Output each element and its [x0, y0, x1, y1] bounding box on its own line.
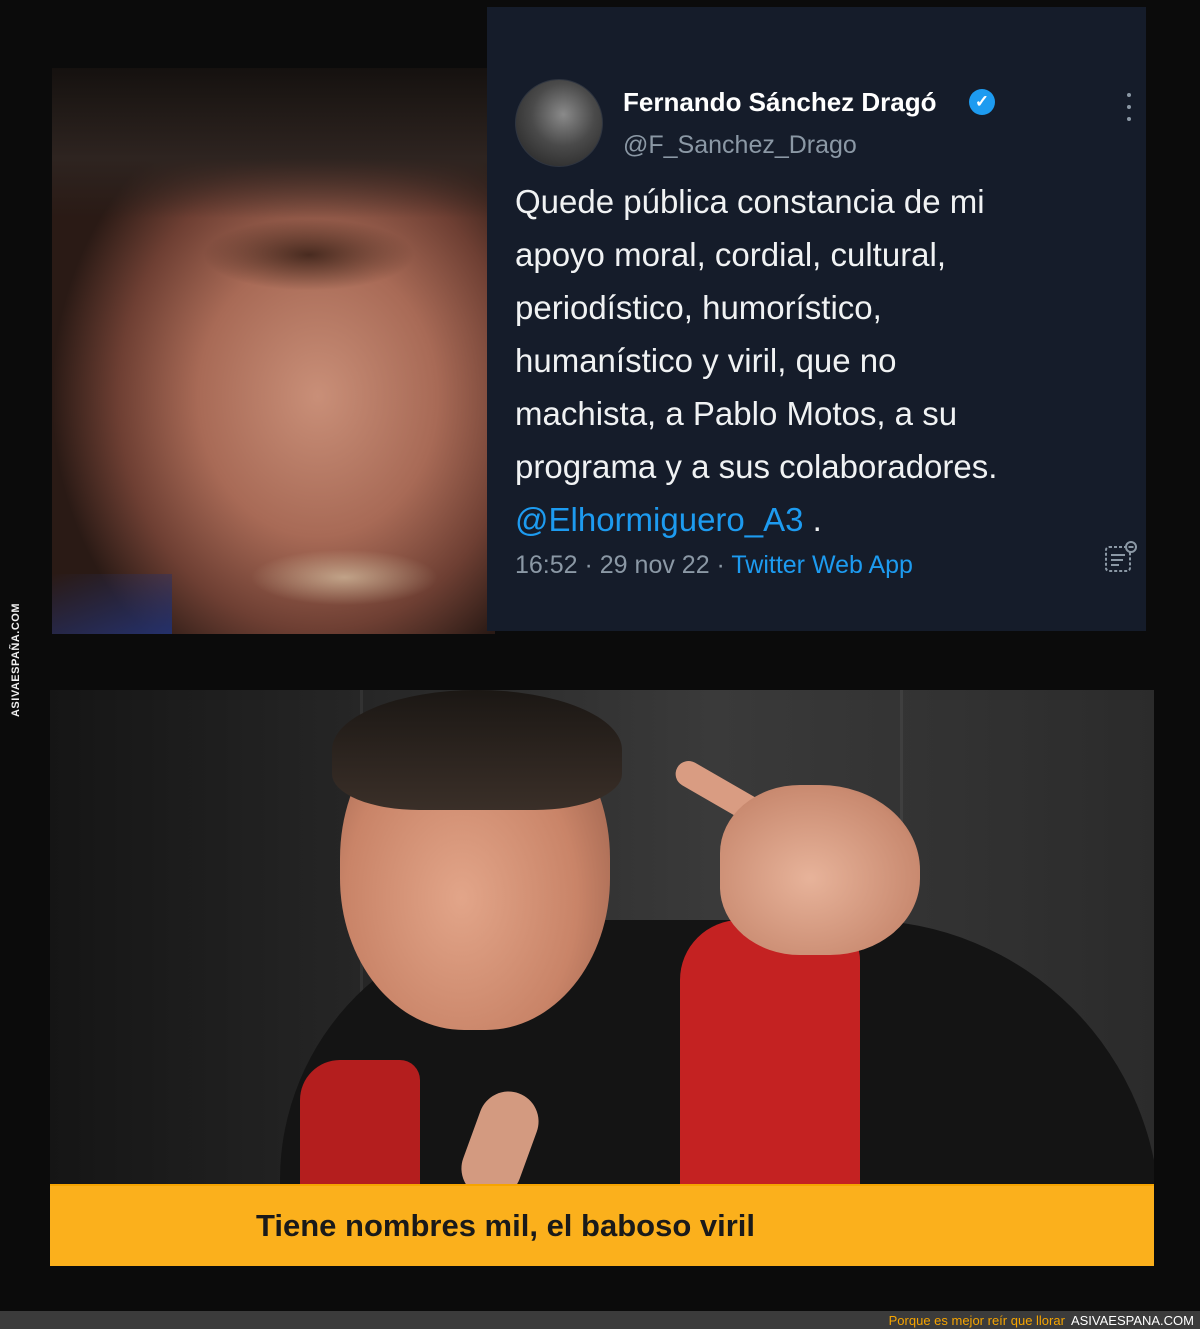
- raised-hand: [720, 785, 920, 955]
- meta-separator: ·: [577, 551, 600, 579]
- more-options-icon[interactable]: [1119, 93, 1139, 121]
- footer-brand-link[interactable]: ASIVAESPANA.COM: [1071, 1313, 1194, 1328]
- footer-tagline: Porque es mejor reír que llorar: [888, 1312, 1065, 1328]
- tweet-mention-link[interactable]: @Elhormiguero_A3: [515, 501, 803, 538]
- tweet-time[interactable]: 16:52: [515, 551, 578, 579]
- tweet-mention-suffix: .: [803, 501, 822, 538]
- verified-badge-icon: ✓: [969, 89, 995, 115]
- tweet-text-line: periodístico, humorístico,: [515, 289, 882, 326]
- tweet-card: Fernando Sánchez Dragó ✓ @F_Sanchez_Drag…: [487, 7, 1146, 631]
- tweet-source-link[interactable]: Twitter Web App: [731, 551, 913, 579]
- tweet-author-name[interactable]: Fernando Sánchez Dragó: [623, 87, 937, 118]
- tweet-mention-line: @Elhormiguero_A3 .: [515, 493, 1125, 546]
- caption-text: Tiene nombres mil, el baboso viril: [256, 1208, 756, 1243]
- avatar[interactable]: [515, 79, 603, 167]
- tweet-text-line: apoyo moral, cordial, cultural,: [515, 236, 947, 273]
- side-watermark: ASIVAESPAÑA.COM: [2, 600, 30, 720]
- tweet-handle[interactable]: @F_Sanchez_Drago: [623, 131, 857, 160]
- portrait-photo: [52, 68, 495, 634]
- tweet-text-line: programa y a sus colaboradores.: [515, 448, 998, 485]
- jacket-red-panel: [680, 920, 860, 1220]
- hair: [332, 690, 622, 810]
- tweet-text-line: humanístico y viril, que no: [515, 342, 897, 379]
- tweet-date[interactable]: 29 nov 22: [600, 551, 710, 579]
- meta-separator: ·: [709, 551, 732, 579]
- tweet-meta: 16:52 · 29 nov 22 · Twitter Web App: [515, 551, 913, 580]
- analytics-icon[interactable]: [1103, 539, 1139, 575]
- tweet-text-line: machista, a Pablo Motos, a su: [515, 395, 958, 432]
- caption-bar: Tiene nombres mil, el baboso viril: [50, 1184, 1154, 1266]
- side-watermark-text: ASIVAESPAÑA.COM: [10, 602, 23, 718]
- footer-bar: Porque es mejor reír que llorar ASIVAESP…: [0, 1311, 1200, 1329]
- comedian-photo: [50, 690, 1154, 1264]
- portrait-hair: [52, 68, 495, 218]
- portrait-shoulder: [52, 574, 172, 634]
- tweet-text-line: Quede pública constancia de mi: [515, 183, 985, 220]
- tweet-text: Quede pública constancia de mi apoyo mor…: [515, 175, 1125, 546]
